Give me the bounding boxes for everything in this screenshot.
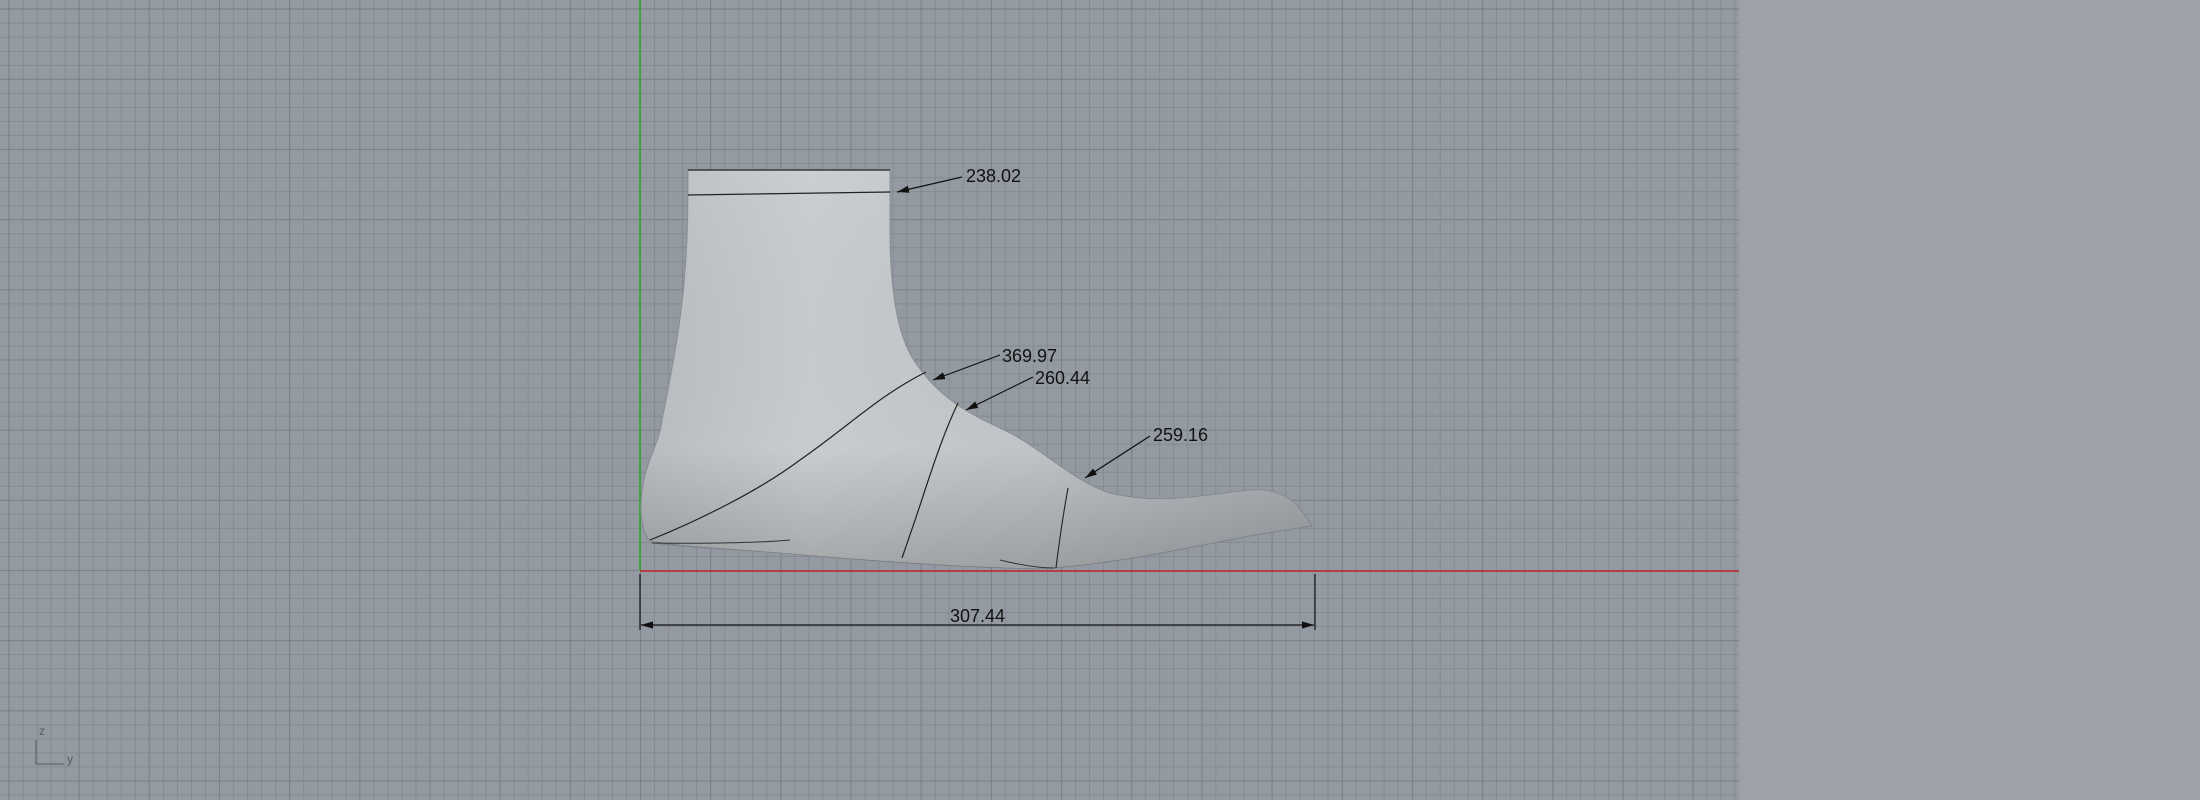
axis-gizmo: z y	[35, 724, 73, 766]
viewport-scene[interactable]: 238.02 369.97 260.44 259.16 307.44 z y	[0, 0, 1739, 800]
top-girth-label[interactable]: 238.02	[966, 166, 1021, 186]
gizmo-y-label: y	[67, 752, 73, 766]
waist-girth-leader	[965, 376, 1034, 411]
waist-girth-label[interactable]: 260.44	[1035, 368, 1090, 388]
ball-girth-leader	[1084, 435, 1151, 479]
instep-girth-leader	[932, 354, 1001, 381]
cad-application: 238.02 369.97 260.44 259.16 307.44 z y	[0, 0, 2200, 800]
gizmo-z-label: z	[39, 724, 45, 738]
top-girth-leader	[896, 176, 963, 193]
shoe-last-shading	[640, 170, 1312, 569]
side-panel	[1739, 0, 2200, 800]
ball-girth-label[interactable]: 259.16	[1153, 425, 1208, 445]
right-viewport[interactable]: 238.02 369.97 260.44 259.16 307.44 z y	[0, 0, 1739, 800]
length-dimension-label[interactable]: 307.44	[950, 606, 1005, 626]
instep-girth-label[interactable]: 369.97	[1002, 346, 1057, 366]
